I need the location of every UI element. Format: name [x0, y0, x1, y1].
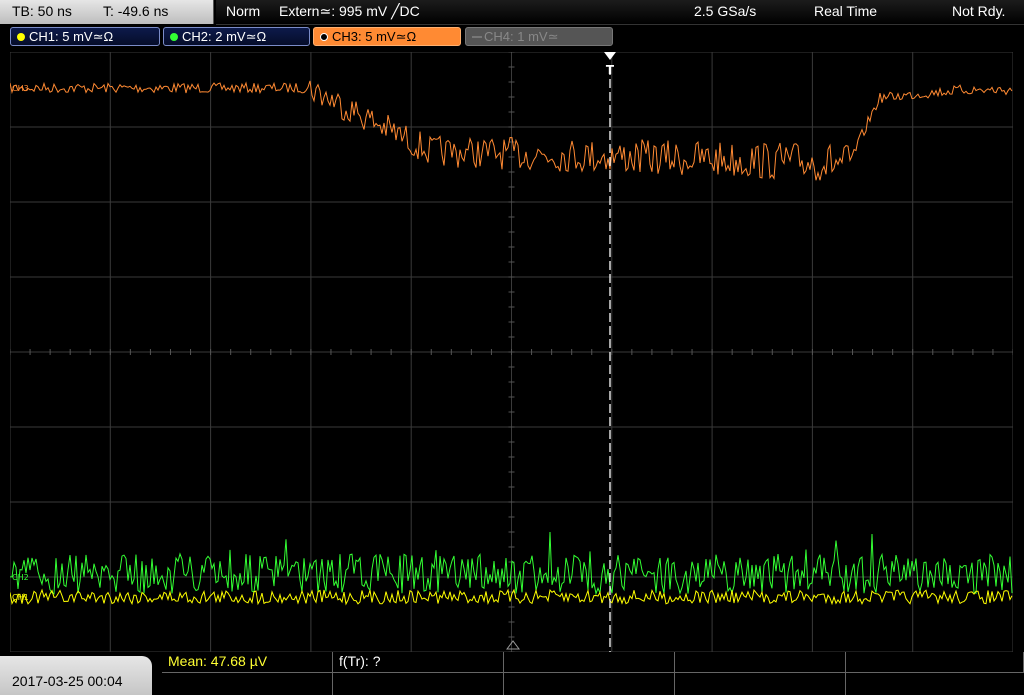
trigger-source: Extern≃: 995 mV ╱DC: [279, 3, 420, 19]
ch3-dot-icon: [320, 33, 328, 41]
acquisition-panel[interactable]: Norm Extern≃: 995 mV ╱DC 2.5 GSa/s Real …: [216, 0, 1024, 25]
measurement-slot-3: [504, 652, 675, 673]
acquisition-mode: Real Time: [814, 3, 878, 19]
measurement-slot-10: [846, 673, 1024, 695]
measurement-slot-4: [675, 652, 846, 673]
waveform-display[interactable]: T CH3 CH2 CH1: [10, 52, 1013, 652]
trigger-mode: Norm: [226, 3, 261, 19]
channel-1-label: CH1: 5 mV≃Ω: [29, 29, 114, 44]
trigger-marker-icon[interactable]: [604, 52, 616, 60]
status-bar: TB: 50 ns T: -49.6 ns Norm Extern≃: 995 …: [0, 0, 1024, 25]
channel-4-label: CH4: 1 mV≃: [484, 29, 559, 44]
bottom-bar: 2017-03-25 00:04 Mean: 47.68 µV f(Tr): ?: [0, 652, 1024, 695]
ch3-ref-label: CH3: [12, 84, 29, 93]
ch4-off-icon: [472, 36, 482, 38]
channel-bar: CH1: 5 mV≃Ω CH2: 2 mV≃Ω CH3: 5 mV≃Ω CH4:…: [0, 27, 1024, 47]
mean-measurement: Mean: 47.68 µV: [162, 652, 333, 673]
channel-2-label: CH2: 2 mV≃Ω: [182, 29, 267, 44]
channel-1-button[interactable]: CH1: 5 mV≃Ω: [10, 27, 160, 46]
ch2-ref-label: CH2: [12, 573, 29, 582]
measurement-slot-6: [162, 673, 333, 695]
ch1-ref-label: CH1: [12, 593, 29, 602]
graticule: T CH3 CH2 CH1: [10, 52, 1013, 652]
measurement-slot-5: [846, 652, 1024, 673]
measurement-slot-7: [333, 673, 504, 695]
channel-3-label: CH3: 5 mV≃Ω: [332, 29, 417, 44]
run-state: Not Rdy.: [952, 3, 1006, 19]
sample-rate: 2.5 GSa/s: [694, 3, 757, 19]
measurement-slot-9: [675, 673, 846, 695]
timebase-panel[interactable]: TB: 50 ns T: -49.6 ns: [0, 0, 214, 24]
freq-measurement: f(Tr): ?: [333, 652, 504, 673]
measurement-slot-8: [504, 673, 675, 695]
channel-3-button[interactable]: CH3: 5 mV≃Ω: [313, 27, 461, 46]
trigger-marker-label: T: [606, 63, 615, 77]
date-time: 2017-03-25 00:04: [0, 656, 152, 695]
trigger-time-readout: T: -49.6 ns: [103, 3, 169, 19]
measurement-panel[interactable]: Mean: 47.68 µV f(Tr): ?: [162, 652, 1024, 695]
channel-4-button[interactable]: CH4: 1 mV≃: [465, 27, 613, 46]
ch1-dot-icon: [17, 33, 25, 41]
time-reference-icon: [506, 640, 520, 650]
timebase-readout: TB: 50 ns: [12, 3, 72, 19]
channel-2-button[interactable]: CH2: 2 mV≃Ω: [163, 27, 310, 46]
ch2-dot-icon: [170, 33, 178, 41]
